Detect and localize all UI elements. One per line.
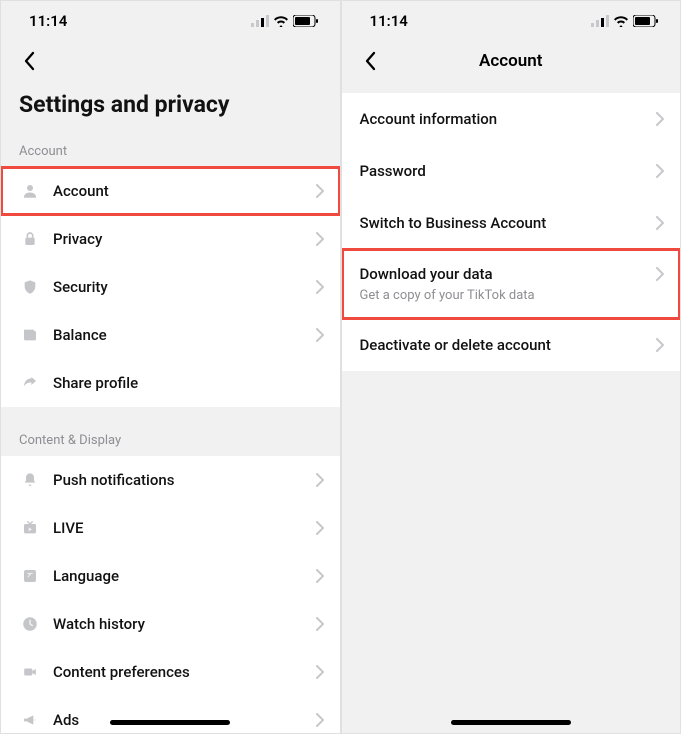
status-time: 11:14 bbox=[29, 12, 67, 30]
settings-item-balance[interactable]: Balance bbox=[1, 311, 340, 359]
item-label: Share profile bbox=[53, 374, 324, 392]
chevron-right-icon bbox=[656, 338, 664, 352]
settings-item-account[interactable]: Account bbox=[1, 167, 340, 215]
nav-bar bbox=[1, 41, 340, 81]
chevron-right-icon bbox=[316, 473, 324, 487]
item-label: Content preferences bbox=[53, 663, 316, 681]
chevron-right-icon bbox=[316, 617, 324, 631]
status-icons bbox=[251, 15, 318, 27]
chevron-right-icon bbox=[656, 267, 664, 281]
cell-signal-icon bbox=[591, 15, 609, 27]
cell-signal-icon bbox=[251, 15, 269, 27]
chevron-left-icon bbox=[23, 51, 35, 71]
list-group-content: Push notifications LIVE Language Watch h… bbox=[1, 456, 340, 734]
item-label: Balance bbox=[53, 326, 316, 344]
chevron-right-icon bbox=[656, 216, 664, 230]
settings-item-content-preferences[interactable]: Content preferences bbox=[1, 648, 340, 696]
item-label: Download your data bbox=[360, 265, 657, 283]
chevron-right-icon bbox=[656, 164, 664, 178]
settings-item-security[interactable]: Security bbox=[1, 263, 340, 311]
language-icon bbox=[19, 565, 41, 587]
tv-icon bbox=[19, 517, 41, 539]
video-icon bbox=[19, 661, 41, 683]
item-label: Account bbox=[53, 182, 316, 200]
wallet-icon bbox=[19, 324, 41, 346]
chevron-right-icon bbox=[316, 184, 324, 198]
clock-icon bbox=[19, 613, 41, 635]
item-label: Deactivate or delete account bbox=[360, 336, 657, 354]
settings-item-watch-history[interactable]: Watch history bbox=[1, 600, 340, 648]
account-item-info[interactable]: Account information bbox=[342, 93, 681, 145]
section-header-content: Content & Display bbox=[1, 421, 340, 456]
item-label: Push notifications bbox=[53, 471, 316, 489]
lock-icon bbox=[19, 228, 41, 250]
settings-item-privacy[interactable]: Privacy bbox=[1, 215, 340, 263]
wifi-icon bbox=[273, 15, 289, 27]
account-item-download-data[interactable]: Download your data Get a copy of your Ti… bbox=[342, 249, 681, 319]
item-label: Watch history bbox=[53, 615, 316, 633]
page-title: Settings and privacy bbox=[1, 81, 340, 132]
nav-bar: Account bbox=[342, 41, 681, 81]
status-icons bbox=[591, 15, 658, 27]
section-header-account: Account bbox=[1, 132, 340, 167]
item-label: Privacy bbox=[53, 230, 316, 248]
home-indicator[interactable] bbox=[451, 720, 571, 725]
item-label: Password bbox=[360, 162, 657, 180]
battery-icon bbox=[633, 15, 658, 27]
chevron-right-icon bbox=[316, 521, 324, 535]
shield-icon bbox=[19, 276, 41, 298]
back-button[interactable] bbox=[358, 49, 382, 73]
list-group-account: Account Privacy Security Balance Share p… bbox=[1, 167, 340, 407]
nav-title: Account bbox=[479, 51, 542, 71]
item-label: LIVE bbox=[53, 519, 316, 537]
chevron-right-icon bbox=[316, 280, 324, 294]
settings-item-language[interactable]: Language bbox=[1, 552, 340, 600]
bell-icon bbox=[19, 469, 41, 491]
settings-item-ads[interactable]: Ads bbox=[1, 696, 340, 734]
settings-item-share-profile[interactable]: Share profile bbox=[1, 359, 340, 407]
chevron-right-icon bbox=[316, 569, 324, 583]
person-icon bbox=[19, 180, 41, 202]
chevron-right-icon bbox=[316, 713, 324, 727]
megaphone-icon bbox=[19, 709, 41, 731]
account-item-deactivate[interactable]: Deactivate or delete account bbox=[342, 319, 681, 371]
settings-item-live[interactable]: LIVE bbox=[1, 504, 340, 552]
account-list: Account information Password Switch to B… bbox=[342, 93, 681, 371]
chevron-right-icon bbox=[316, 328, 324, 342]
back-button[interactable] bbox=[17, 49, 41, 73]
status-bar: 11:14 bbox=[342, 1, 681, 41]
item-sublabel: Get a copy of your TikTok data bbox=[360, 288, 665, 303]
settings-item-push-notifications[interactable]: Push notifications bbox=[1, 456, 340, 504]
account-item-switch-business[interactable]: Switch to Business Account bbox=[342, 197, 681, 249]
share-icon bbox=[19, 372, 41, 394]
item-label: Language bbox=[53, 567, 316, 585]
item-label: Account information bbox=[360, 110, 657, 128]
chevron-right-icon bbox=[316, 665, 324, 679]
chevron-right-icon bbox=[316, 232, 324, 246]
wifi-icon bbox=[613, 15, 629, 27]
battery-icon bbox=[293, 15, 318, 27]
chevron-left-icon bbox=[364, 51, 376, 71]
item-label: Switch to Business Account bbox=[360, 214, 657, 232]
chevron-right-icon bbox=[656, 112, 664, 126]
status-bar: 11:14 bbox=[1, 1, 340, 41]
account-item-password[interactable]: Password bbox=[342, 145, 681, 197]
status-time: 11:14 bbox=[370, 12, 408, 30]
home-indicator[interactable] bbox=[110, 720, 230, 725]
item-label: Security bbox=[53, 278, 316, 296]
